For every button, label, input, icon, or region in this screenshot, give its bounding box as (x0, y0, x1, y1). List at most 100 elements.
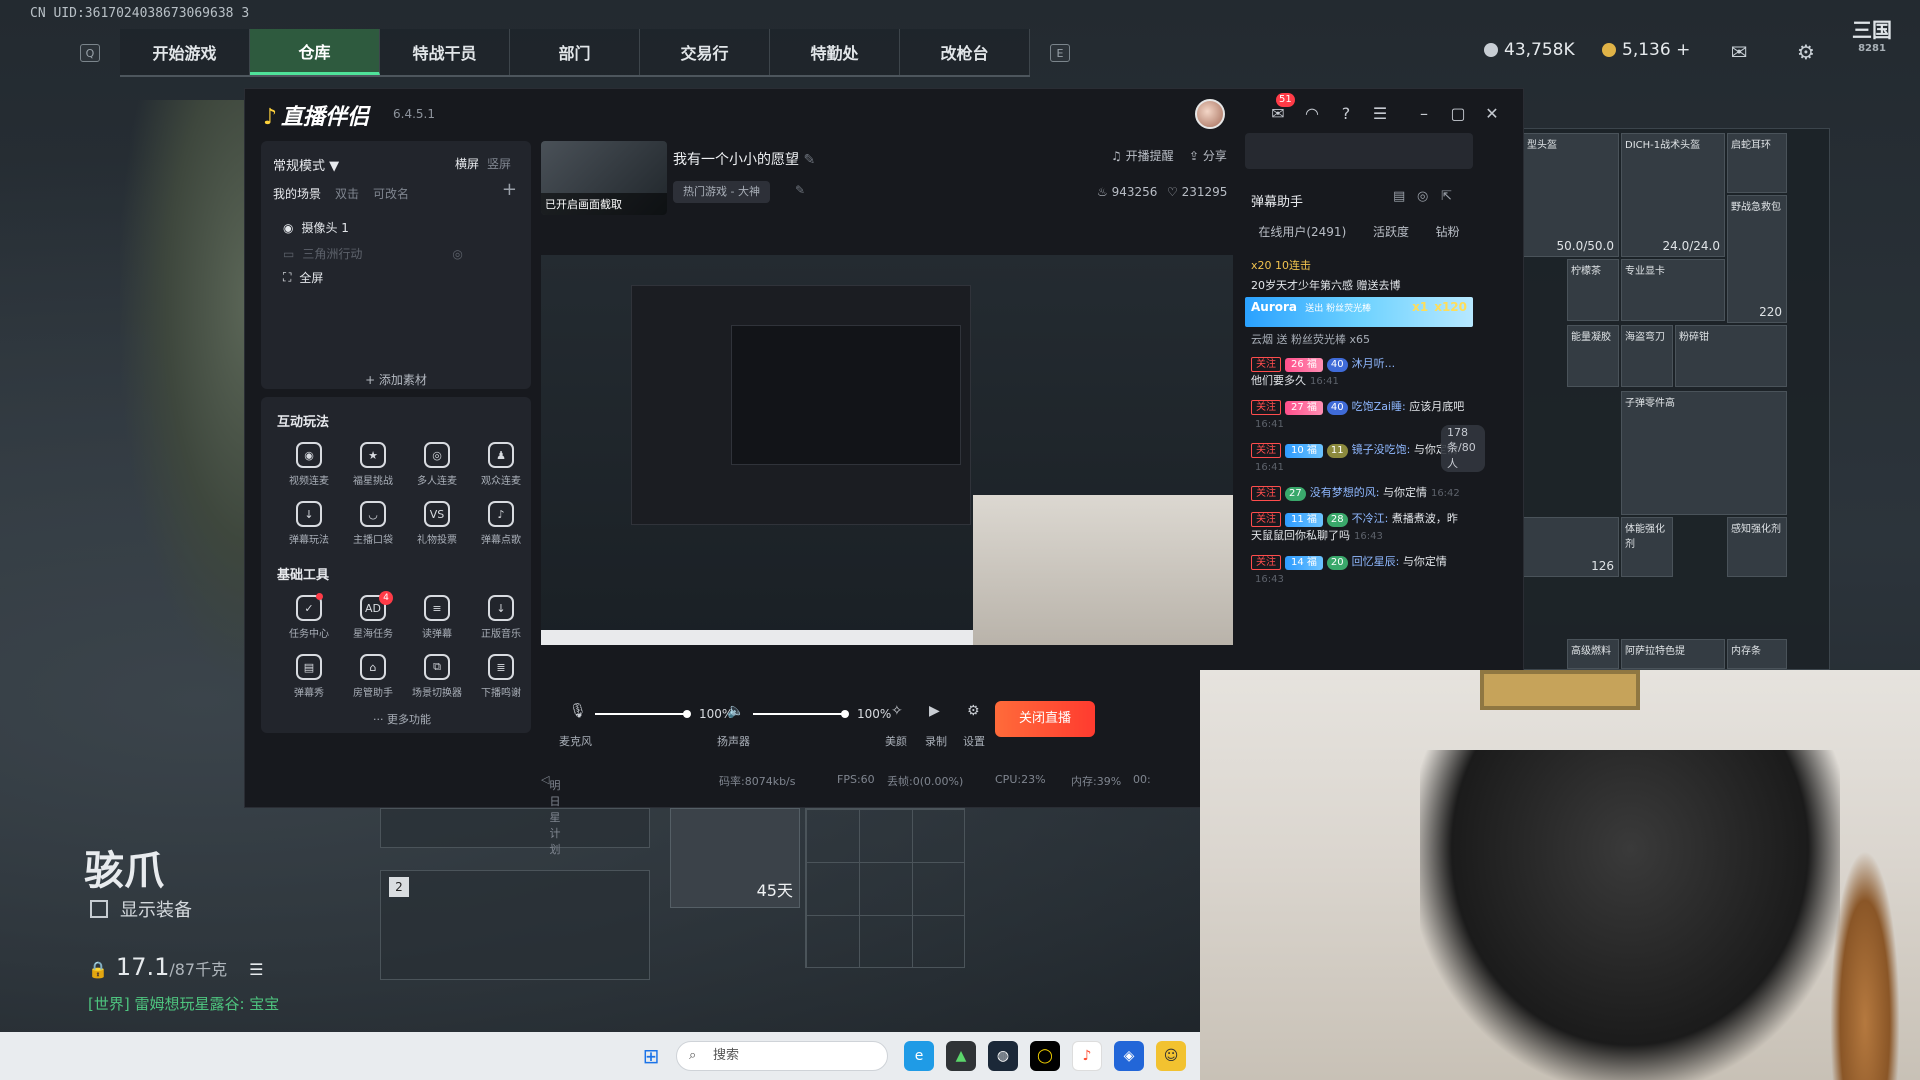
inventory-item[interactable]: 体能强化剂 (1621, 517, 1673, 577)
speaker-volume-slider[interactable] (753, 710, 849, 718)
equipment-slot-1[interactable] (380, 808, 650, 848)
danmu-list-icon[interactable]: ▤ (1393, 189, 1405, 204)
tool-scene-switcher[interactable]: ⧉ 场景切换器 (405, 654, 469, 699)
inventory-item[interactable]: 野战急救包 220 (1727, 195, 1787, 323)
record-icon[interactable]: ▶ (929, 703, 940, 719)
star-plan-link[interactable]: ◁ 明日星计划 (541, 773, 560, 856)
edit-category-icon[interactable]: ✎ (795, 183, 805, 197)
visibility-icon[interactable]: ◎ (452, 247, 462, 261)
tool-thanks[interactable]: ≣ 下播鸣谢 (469, 654, 533, 699)
orientation-landscape[interactable]: 横屏 (455, 155, 479, 172)
tab-gunsmith[interactable]: 改枪台 (900, 29, 1030, 75)
stream-category[interactable]: 热门游戏 - 大神 (673, 181, 770, 203)
follow-button[interactable]: 关注 (1251, 357, 1281, 372)
tool-task-center[interactable]: ✓ 任务中心 (277, 593, 341, 640)
end-live-button[interactable]: 关闭直播 (995, 701, 1095, 737)
stream-thumbnail[interactable]: 已开启画面截取 (541, 141, 667, 215)
tab-special-ops[interactable]: 特勤处 (770, 29, 900, 75)
inventory-item[interactable]: 粉碎钳 (1675, 325, 1787, 387)
inventory-item[interactable]: 型头盔 50.0/50.0 (1523, 133, 1619, 257)
tool-gift-vote[interactable]: VS 礼物投票 (405, 501, 469, 546)
tool-danmu-play[interactable]: ↓ 弹幕玩法 (277, 501, 341, 546)
scene-item-camera[interactable]: ◉ 摄像头 1 (283, 219, 349, 236)
scene-item-fullscreen[interactable]: ⛶ 全屏 (283, 269, 323, 286)
tool-read-danmu[interactable]: ≡ 读弹幕 (405, 595, 469, 640)
record-label[interactable]: 录制 (925, 733, 947, 749)
maximize-button[interactable]: ▢ (1447, 103, 1469, 125)
share-button[interactable]: ⇪ 分享 (1189, 147, 1227, 164)
minimize-button[interactable]: – (1413, 103, 1435, 125)
tab-operators[interactable]: 特战干员 (380, 29, 510, 75)
container-grid[interactable] (805, 808, 965, 968)
tab-start-game[interactable]: 开始游戏 (120, 29, 250, 75)
tool-multi-link[interactable]: ◎ 多人连麦 (405, 442, 469, 487)
gear-icon[interactable]: ⚙ (967, 703, 980, 719)
edge-icon[interactable]: e (904, 1041, 934, 1071)
steam-icon[interactable]: ◍ (988, 1041, 1018, 1071)
tab-online-users[interactable]: 在线用户(2491) (1258, 223, 1346, 240)
microphone-icon[interactable]: 🎙 (569, 703, 587, 719)
tab-activity[interactable]: 活跃度 (1373, 223, 1409, 240)
danmu-popout-icon[interactable]: ⇱ (1441, 189, 1452, 204)
tool-star-task[interactable]: AD 4 星海任务 (341, 591, 405, 640)
mascot-app-icon[interactable]: ☺ (1156, 1041, 1186, 1071)
follow-button[interactable]: 关注 (1251, 400, 1281, 415)
help-icon[interactable]: ? (1335, 103, 1357, 125)
inventory-item[interactable]: 126 (1523, 517, 1619, 577)
tool-danmu-show[interactable]: ▤ 弹幕秀 (277, 654, 341, 699)
tab-department[interactable]: 部门 (510, 29, 640, 75)
inventory-item[interactable]: 阿萨拉特色提 (1621, 639, 1725, 669)
close-button[interactable]: ✕ (1481, 103, 1503, 125)
live-reminder-button[interactable]: ♫ 开播提醒 (1111, 147, 1174, 164)
settings-label[interactable]: 设置 (963, 733, 985, 749)
battery-item[interactable]: 45天 (670, 808, 800, 908)
orientation-portrait[interactable]: 竖屏 (487, 155, 511, 172)
inventory-item[interactable]: 内存条 (1727, 639, 1787, 669)
follow-button[interactable]: 关注 (1251, 486, 1281, 501)
show-equipment-toggle[interactable]: 显示装备 (90, 896, 192, 922)
inventory-item[interactable]: 海盗弯刀 (1621, 325, 1673, 387)
mode-selector[interactable]: 常规模式 ▼ (273, 155, 339, 174)
currency-gold[interactable]: 5,136 + (1602, 40, 1690, 60)
tab-diamond-fans[interactable]: 钻粉 (1436, 223, 1460, 240)
tab-warehouse[interactable]: 仓库 (250, 29, 380, 75)
speaker-icon[interactable]: 🔈 (727, 703, 744, 719)
follow-button[interactable]: 关注 (1251, 512, 1281, 527)
gear-icon[interactable]: ⚙ (1793, 40, 1819, 64)
danmu-settings-icon[interactable]: ◎ (1417, 189, 1428, 204)
mail-icon[interactable]: ✉ (1726, 40, 1752, 64)
inventory-item[interactable]: 能量凝胶 (1567, 325, 1619, 387)
headset-icon[interactable]: ◠ (1301, 103, 1323, 125)
stream-title[interactable]: 我有一个小小的愿望 ✎ (673, 149, 815, 169)
app-circle-icon[interactable]: ◯ (1030, 1041, 1060, 1071)
scene-item-game[interactable]: ▭ 三角洲行动 ◎ (283, 245, 463, 262)
tab-trade[interactable]: 交易行 (640, 29, 770, 75)
stream-companion-icon[interactable]: ♪ (1072, 1041, 1102, 1071)
tool-video-link[interactable]: ◉ 视频连麦 (277, 442, 341, 487)
beauty-label[interactable]: 美颜 (885, 733, 907, 749)
inventory-item[interactable]: 高级燃料 (1567, 639, 1619, 669)
inventory-item[interactable]: 柠檬茶 (1567, 259, 1619, 321)
show-equipment-checkbox[interactable] (90, 900, 108, 918)
windows-start-icon[interactable]: ⊞ (636, 1041, 666, 1071)
more-functions-button[interactable]: ··· 更多功能 (277, 711, 527, 727)
tool-licensed-music[interactable]: ↓ 正版音乐 (469, 595, 533, 640)
add-scene-button[interactable]: + (502, 179, 517, 200)
tool-room-manager[interactable]: ⌂ 房管助手 (341, 654, 405, 699)
follow-button[interactable]: 关注 (1251, 555, 1281, 570)
my-scenes-tab[interactable]: 我的场景 (273, 185, 321, 202)
follow-button[interactable]: 关注 (1251, 443, 1281, 458)
inventory-item[interactable]: 感知强化剂 (1727, 517, 1787, 577)
inventory-item[interactable]: 子弹零件高 (1621, 391, 1787, 515)
tool-host-pocket[interactable]: ◡ 主播口袋 (341, 501, 405, 546)
mic-volume-slider[interactable] (595, 710, 691, 718)
beauty-icon[interactable]: ✧ (891, 703, 903, 719)
inventory-item[interactable]: 启蛇耳环 (1727, 133, 1787, 193)
tool-audience-link[interactable]: ♟ 观众连麦 (469, 442, 533, 487)
terminal-app-icon[interactable]: ▲ (946, 1041, 976, 1071)
list-icon[interactable]: ☰ (249, 960, 263, 979)
add-material-button[interactable]: + 添加素材 (261, 371, 531, 388)
tool-lucky-challenge[interactable]: ★ 福星挑战 (341, 442, 405, 487)
inventory-item[interactable]: 专业显卡 (1621, 259, 1725, 321)
equipment-slot-2[interactable]: 2 (380, 870, 650, 980)
